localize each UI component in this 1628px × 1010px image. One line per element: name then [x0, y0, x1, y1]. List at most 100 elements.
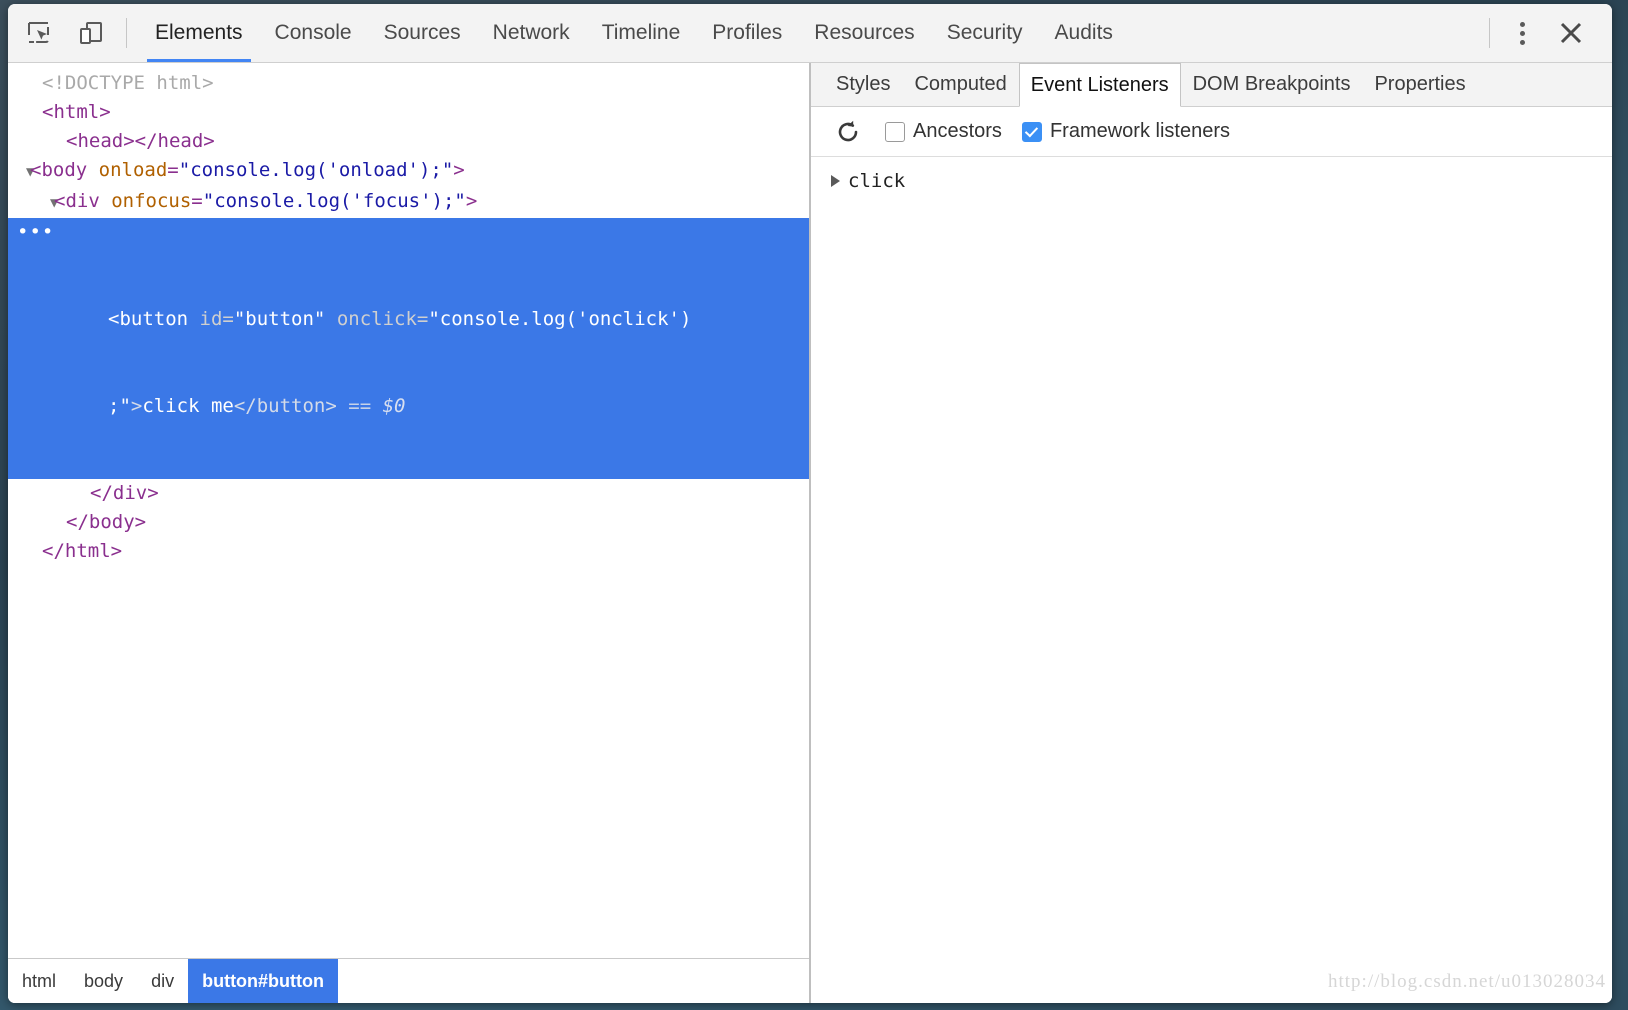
- tab-console-label: Console: [274, 21, 352, 44]
- div-close-tag: </div>: [90, 482, 159, 504]
- selected-node-line-1: <button id="button" onclick="console.log…: [8, 305, 809, 334]
- tab-console[interactable]: Console: [259, 4, 368, 62]
- button-onclick-attr: onclick=: [336, 308, 429, 330]
- tab-network[interactable]: Network: [477, 4, 586, 62]
- button-tag: <button: [108, 308, 189, 330]
- devtools-toolbar: Elements Console Sources Network Timelin…: [8, 4, 1612, 63]
- breadcrumb-item-button[interactable]: button#button: [188, 959, 339, 1003]
- more-options-icon[interactable]: [1500, 11, 1544, 55]
- tab-resources[interactable]: Resources: [798, 4, 930, 62]
- dom-row-doctype[interactable]: <!DOCTYPE html>: [8, 69, 809, 98]
- tab-elements-label: Elements: [155, 21, 243, 44]
- dom-row-div-close[interactable]: </div>: [8, 479, 809, 508]
- button-onclick-value-1: "console.log('onclick'): [428, 308, 692, 330]
- body-tag: <body: [30, 159, 88, 181]
- tab-event-listeners[interactable]: Event Listeners: [1018, 63, 1181, 107]
- dom-row-html-close[interactable]: </html>: [8, 537, 809, 566]
- toolbar-right-divider: [1489, 18, 1490, 48]
- framework-listeners-label: Framework listeners: [1049, 120, 1230, 142]
- tab-properties[interactable]: Properties: [1362, 63, 1477, 106]
- div-attr-name: onfocus: [111, 190, 192, 212]
- breadcrumb-item-html-label: html: [22, 970, 57, 991]
- html-close-tag: </html>: [42, 540, 123, 562]
- button-text: click me: [142, 395, 234, 417]
- chevron-right-icon[interactable]: [831, 175, 840, 187]
- breadcrumb-item-body[interactable]: body: [70, 959, 137, 1003]
- dom-row-div-open[interactable]: ▼<div onfocus="console.log('focus');">: [8, 187, 809, 218]
- tab-computed-label: Computed: [914, 73, 1007, 95]
- selected-eq: ==: [348, 395, 372, 417]
- event-listeners-toolbar: Ancestors Framework listeners: [811, 107, 1612, 157]
- div-attr-value: "console.log('focus');": [202, 190, 466, 212]
- dom-row-head[interactable]: <head></head>: [8, 127, 809, 156]
- toolbar-right-group: [1489, 4, 1612, 62]
- tab-sources[interactable]: Sources: [368, 4, 477, 62]
- tab-computed[interactable]: Computed: [902, 63, 1018, 106]
- button-close-tag: </button>: [233, 395, 337, 417]
- devtools-content: <!DOCTYPE html> <html> <head></head> ▼<b…: [8, 63, 1612, 1003]
- tab-timeline-label: Timeline: [601, 21, 681, 44]
- tab-elements[interactable]: Elements: [139, 4, 259, 62]
- breadcrumb-item-body-label: body: [84, 970, 124, 991]
- div-tag: <div: [54, 190, 100, 212]
- button-gt: >: [130, 395, 143, 417]
- tab-event-listeners-label: Event Listeners: [1030, 73, 1169, 96]
- ancestors-checkbox[interactable]: [885, 121, 905, 142]
- ancestors-label: Ancestors: [913, 120, 1002, 142]
- close-icon[interactable]: [1544, 11, 1598, 55]
- tab-timeline[interactable]: Timeline: [586, 4, 697, 62]
- tab-security-label: Security: [946, 21, 1023, 44]
- tab-audits[interactable]: Audits: [1039, 4, 1129, 62]
- tab-styles[interactable]: Styles: [824, 63, 902, 106]
- sidebar-tab-list: Styles Computed Event Listeners DOM Brea…: [811, 63, 1612, 107]
- tab-styles-label: Styles: [836, 73, 891, 95]
- tab-profiles-label: Profiles: [712, 21, 783, 44]
- dom-row-html-open[interactable]: <html>: [8, 98, 809, 127]
- div-gt: >: [465, 190, 478, 212]
- inspect-element-icon[interactable]: [18, 13, 60, 53]
- overflow-ellipsis[interactable]: •••: [17, 218, 54, 247]
- tab-resources-label: Resources: [814, 21, 915, 44]
- elements-sidebar: Styles Computed Event Listeners DOM Brea…: [811, 63, 1612, 1003]
- tab-audits-label: Audits: [1054, 21, 1113, 44]
- button-onclick-value-2: ;": [108, 395, 131, 417]
- devtools-window: Elements Console Sources Network Timelin…: [8, 4, 1612, 1003]
- dom-row-body-close[interactable]: </body>: [8, 508, 809, 537]
- doctype-text: <!DOCTYPE html>: [42, 72, 214, 94]
- tab-security[interactable]: Security: [931, 4, 1039, 62]
- tab-properties-label: Properties: [1374, 73, 1466, 95]
- dom-row-body-open[interactable]: ▼<body onload="console.log('onload');">: [8, 156, 809, 187]
- framework-listeners-checkbox[interactable]: [1021, 121, 1042, 142]
- breadcrumb-item-div-label: div: [151, 970, 175, 991]
- listener-row-click[interactable]: click: [811, 166, 1612, 196]
- body-close-tag: </body>: [66, 511, 147, 533]
- device-toolbar-icon[interactable]: [70, 13, 112, 53]
- tab-sources-label: Sources: [383, 21, 461, 44]
- breadcrumb: html body div button#button: [8, 958, 809, 1003]
- ancestors-checkbox-group[interactable]: Ancestors: [885, 120, 1002, 143]
- toolbar-divider: [126, 18, 127, 48]
- listener-name-click: click: [848, 170, 906, 192]
- selected-dollar-ref: $0: [382, 395, 406, 417]
- panel-tab-list: Elements Console Sources Network Timelin…: [139, 4, 1129, 62]
- body-attr-value: "console.log('onload');": [178, 159, 454, 181]
- button-id-value: "button": [233, 308, 326, 330]
- body-attr-name: onload: [98, 159, 168, 181]
- tab-dom-breakpoints-label: DOM Breakpoints: [1192, 73, 1351, 95]
- dom-row-button-selected[interactable]: ••• <button id="button" onclick="console…: [8, 218, 809, 479]
- refresh-icon[interactable]: [831, 115, 865, 149]
- breadcrumb-item-html[interactable]: html: [8, 959, 70, 1003]
- elements-panel: <!DOCTYPE html> <html> <head></head> ▼<b…: [8, 63, 811, 1003]
- button-id-attr: id=: [199, 308, 234, 330]
- breadcrumb-item-div[interactable]: div: [137, 959, 188, 1003]
- head-tag: <head></head>: [66, 130, 215, 152]
- selected-node-line-2: ;">click me</button> == $0: [8, 392, 809, 421]
- tab-dom-breakpoints[interactable]: DOM Breakpoints: [1181, 63, 1363, 106]
- dom-tree[interactable]: <!DOCTYPE html> <html> <head></head> ▼<b…: [8, 63, 809, 958]
- framework-listeners-checkbox-group[interactable]: Framework listeners: [1021, 120, 1230, 143]
- tab-profiles[interactable]: Profiles: [696, 4, 798, 62]
- body-gt: >: [453, 159, 465, 181]
- tab-network-label: Network: [492, 21, 570, 44]
- watermark-text: http://blog.csdn.net/u013028034: [1328, 971, 1606, 992]
- event-listeners-list: click: [811, 157, 1612, 1003]
